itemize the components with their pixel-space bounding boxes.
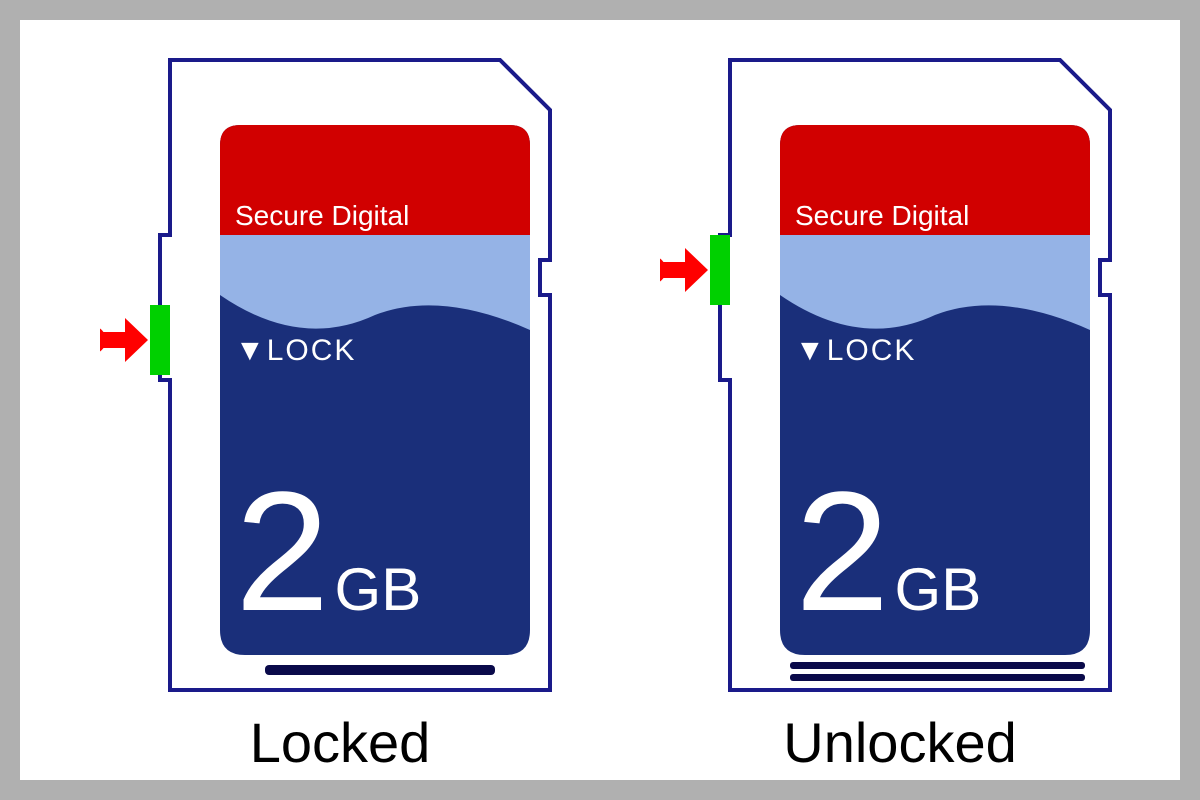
sd-card-unlocked: Secure Digital ▼LOCK 2GB [660, 50, 1140, 710]
caption-unlocked: Unlocked [660, 710, 1140, 775]
lock-label: ▼LOCK [795, 334, 916, 367]
bottom-accent [265, 665, 495, 675]
caption-locked: Locked [100, 710, 580, 775]
bottom-accent-2 [790, 674, 1085, 681]
diagram-frame: Secure Digital ▼LOCK 2GB [20, 20, 1180, 780]
lock-switch-unlocked [710, 235, 730, 305]
bottom-accent-1 [790, 662, 1085, 669]
brand-text: Secure Digital [235, 200, 409, 231]
pointer-arrow-icon [100, 318, 148, 362]
lock-label: ▼LOCK [235, 334, 356, 367]
brand-text: Secure Digital [795, 200, 969, 231]
sd-card-locked: Secure Digital ▼LOCK 2GB [100, 50, 580, 710]
pointer-arrow-icon [660, 248, 708, 292]
lock-switch-locked [150, 305, 170, 375]
